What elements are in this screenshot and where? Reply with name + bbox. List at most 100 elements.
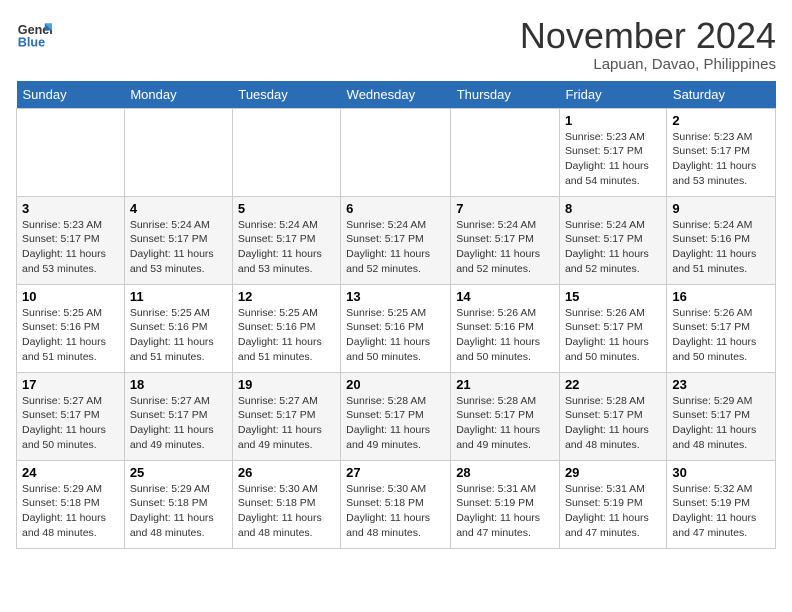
calendar-cell	[17, 108, 125, 196]
day-info: Sunrise: 5:24 AM Sunset: 5:17 PM Dayligh…	[565, 218, 661, 277]
calendar-cell	[232, 108, 340, 196]
day-info: Sunrise: 5:32 AM Sunset: 5:19 PM Dayligh…	[672, 482, 770, 541]
day-number: 14	[456, 289, 554, 304]
day-number: 28	[456, 465, 554, 480]
day-info: Sunrise: 5:29 AM Sunset: 5:18 PM Dayligh…	[22, 482, 119, 541]
weekday-header-monday: Monday	[124, 81, 232, 109]
day-number: 23	[672, 377, 770, 392]
svg-text:Blue: Blue	[18, 36, 45, 50]
calendar-cell: 16 Sunrise: 5:26 AM Sunset: 5:17 PM Dayli…	[667, 284, 776, 372]
day-info: Sunrise: 5:27 AM Sunset: 5:17 PM Dayligh…	[22, 394, 119, 453]
calendar-cell: 22 Sunrise: 5:28 AM Sunset: 5:17 PM Dayli…	[559, 372, 666, 460]
day-number: 22	[565, 377, 661, 392]
day-info: Sunrise: 5:30 AM Sunset: 5:18 PM Dayligh…	[346, 482, 445, 541]
calendar-cell: 28 Sunrise: 5:31 AM Sunset: 5:19 PM Dayli…	[451, 460, 560, 548]
day-number: 21	[456, 377, 554, 392]
day-info: Sunrise: 5:31 AM Sunset: 5:19 PM Dayligh…	[456, 482, 554, 541]
day-number: 4	[130, 201, 227, 216]
day-info: Sunrise: 5:25 AM Sunset: 5:16 PM Dayligh…	[346, 306, 445, 365]
month-title: November 2024	[520, 16, 776, 56]
day-info: Sunrise: 5:29 AM Sunset: 5:17 PM Dayligh…	[672, 394, 770, 453]
calendar-cell: 17 Sunrise: 5:27 AM Sunset: 5:17 PM Dayli…	[17, 372, 125, 460]
day-number: 17	[22, 377, 119, 392]
day-number: 12	[238, 289, 335, 304]
day-info: Sunrise: 5:24 AM Sunset: 5:17 PM Dayligh…	[130, 218, 227, 277]
calendar-cell: 21 Sunrise: 5:28 AM Sunset: 5:17 PM Dayli…	[451, 372, 560, 460]
day-info: Sunrise: 5:24 AM Sunset: 5:17 PM Dayligh…	[456, 218, 554, 277]
week-row-5: 24 Sunrise: 5:29 AM Sunset: 5:18 PM Dayli…	[17, 460, 776, 548]
day-info: Sunrise: 5:27 AM Sunset: 5:17 PM Dayligh…	[238, 394, 335, 453]
day-info: Sunrise: 5:23 AM Sunset: 5:17 PM Dayligh…	[565, 130, 661, 189]
calendar-cell: 26Sunrise: 5:30 AM Sunset: 5:18 PM Dayli…	[232, 460, 340, 548]
day-number: 20	[346, 377, 445, 392]
calendar-cell: 9 Sunrise: 5:24 AM Sunset: 5:16 PM Daylig…	[667, 196, 776, 284]
day-info: Sunrise: 5:23 AM Sunset: 5:17 PM Dayligh…	[22, 218, 119, 277]
calendar-cell: 25 Sunrise: 5:29 AM Sunset: 5:18 PM Dayli…	[124, 460, 232, 548]
day-info: Sunrise: 5:25 AM Sunset: 5:16 PM Dayligh…	[238, 306, 335, 365]
day-number: 1	[565, 113, 661, 128]
calendar-cell	[341, 108, 451, 196]
day-number: 13	[346, 289, 445, 304]
calendar-cell: 8 Sunrise: 5:24 AM Sunset: 5:17 PM Daylig…	[559, 196, 666, 284]
calendar-cell: 2Sunrise: 5:23 AM Sunset: 5:17 PM Daylig…	[667, 108, 776, 196]
calendar-cell: 14Sunrise: 5:26 AM Sunset: 5:16 PM Dayli…	[451, 284, 560, 372]
calendar-cell: 11Sunrise: 5:25 AM Sunset: 5:16 PM Dayli…	[124, 284, 232, 372]
calendar-cell: 7 Sunrise: 5:24 AM Sunset: 5:17 PM Daylig…	[451, 196, 560, 284]
calendar-cell: 19 Sunrise: 5:27 AM Sunset: 5:17 PM Dayli…	[232, 372, 340, 460]
calendar-cell	[451, 108, 560, 196]
day-number: 15	[565, 289, 661, 304]
day-number: 9	[672, 201, 770, 216]
calendar-cell: 10 Sunrise: 5:25 AM Sunset: 5:16 PM Dayli…	[17, 284, 125, 372]
day-number: 26	[238, 465, 335, 480]
calendar-cell: 29 Sunrise: 5:31 AM Sunset: 5:19 PM Dayli…	[559, 460, 666, 548]
page-header: General Blue November 2024 Lapuan, Davao…	[16, 16, 776, 73]
weekday-header-friday: Friday	[559, 81, 666, 109]
day-info: Sunrise: 5:26 AM Sunset: 5:17 PM Dayligh…	[672, 306, 770, 365]
day-info: Sunrise: 5:25 AM Sunset: 5:16 PM Dayligh…	[22, 306, 119, 365]
day-info: Sunrise: 5:28 AM Sunset: 5:17 PM Dayligh…	[565, 394, 661, 453]
location: Lapuan, Davao, Philippines	[520, 56, 776, 73]
calendar-cell: 27 Sunrise: 5:30 AM Sunset: 5:18 PM Dayli…	[341, 460, 451, 548]
day-number: 25	[130, 465, 227, 480]
day-number: 7	[456, 201, 554, 216]
logo-icon: General Blue	[16, 16, 52, 52]
day-info: Sunrise: 5:31 AM Sunset: 5:19 PM Dayligh…	[565, 482, 661, 541]
week-row-3: 10 Sunrise: 5:25 AM Sunset: 5:16 PM Dayli…	[17, 284, 776, 372]
weekday-header-wednesday: Wednesday	[341, 81, 451, 109]
calendar-cell: 3 Sunrise: 5:23 AM Sunset: 5:17 PM Daylig…	[17, 196, 125, 284]
day-number: 18	[130, 377, 227, 392]
day-number: 3	[22, 201, 119, 216]
weekday-header-sunday: Sunday	[17, 81, 125, 109]
day-number: 2	[672, 113, 770, 128]
calendar-cell: 20Sunrise: 5:28 AM Sunset: 5:17 PM Dayli…	[341, 372, 451, 460]
day-number: 11	[130, 289, 227, 304]
weekday-header-row: SundayMondayTuesdayWednesdayThursdayFrid…	[17, 81, 776, 109]
day-number: 6	[346, 201, 445, 216]
calendar-cell: 30 Sunrise: 5:32 AM Sunset: 5:19 PM Dayli…	[667, 460, 776, 548]
calendar-cell: 6Sunrise: 5:24 AM Sunset: 5:17 PM Daylig…	[341, 196, 451, 284]
weekday-header-thursday: Thursday	[451, 81, 560, 109]
day-number: 8	[565, 201, 661, 216]
day-number: 10	[22, 289, 119, 304]
day-info: Sunrise: 5:24 AM Sunset: 5:16 PM Dayligh…	[672, 218, 770, 277]
calendar-cell: 5 Sunrise: 5:24 AM Sunset: 5:17 PM Daylig…	[232, 196, 340, 284]
day-number: 16	[672, 289, 770, 304]
day-info: Sunrise: 5:28 AM Sunset: 5:17 PM Dayligh…	[456, 394, 554, 453]
day-number: 27	[346, 465, 445, 480]
day-number: 19	[238, 377, 335, 392]
logo: General Blue	[16, 16, 52, 52]
calendar-cell: 4 Sunrise: 5:24 AM Sunset: 5:17 PM Daylig…	[124, 196, 232, 284]
week-row-2: 3 Sunrise: 5:23 AM Sunset: 5:17 PM Daylig…	[17, 196, 776, 284]
day-number: 5	[238, 201, 335, 216]
calendar-cell: 1 Sunrise: 5:23 AM Sunset: 5:17 PM Daylig…	[559, 108, 666, 196]
title-block: November 2024 Lapuan, Davao, Philippines	[520, 16, 776, 73]
day-number: 29	[565, 465, 661, 480]
week-row-1: 1 Sunrise: 5:23 AM Sunset: 5:17 PM Daylig…	[17, 108, 776, 196]
day-number: 24	[22, 465, 119, 480]
day-number: 30	[672, 465, 770, 480]
day-info: Sunrise: 5:29 AM Sunset: 5:18 PM Dayligh…	[130, 482, 227, 541]
week-row-4: 17 Sunrise: 5:27 AM Sunset: 5:17 PM Dayli…	[17, 372, 776, 460]
calendar-cell: 13 Sunrise: 5:25 AM Sunset: 5:16 PM Dayli…	[341, 284, 451, 372]
day-info: Sunrise: 5:24 AM Sunset: 5:17 PM Dayligh…	[238, 218, 335, 277]
calendar-table: SundayMondayTuesdayWednesdayThursdayFrid…	[16, 81, 776, 549]
